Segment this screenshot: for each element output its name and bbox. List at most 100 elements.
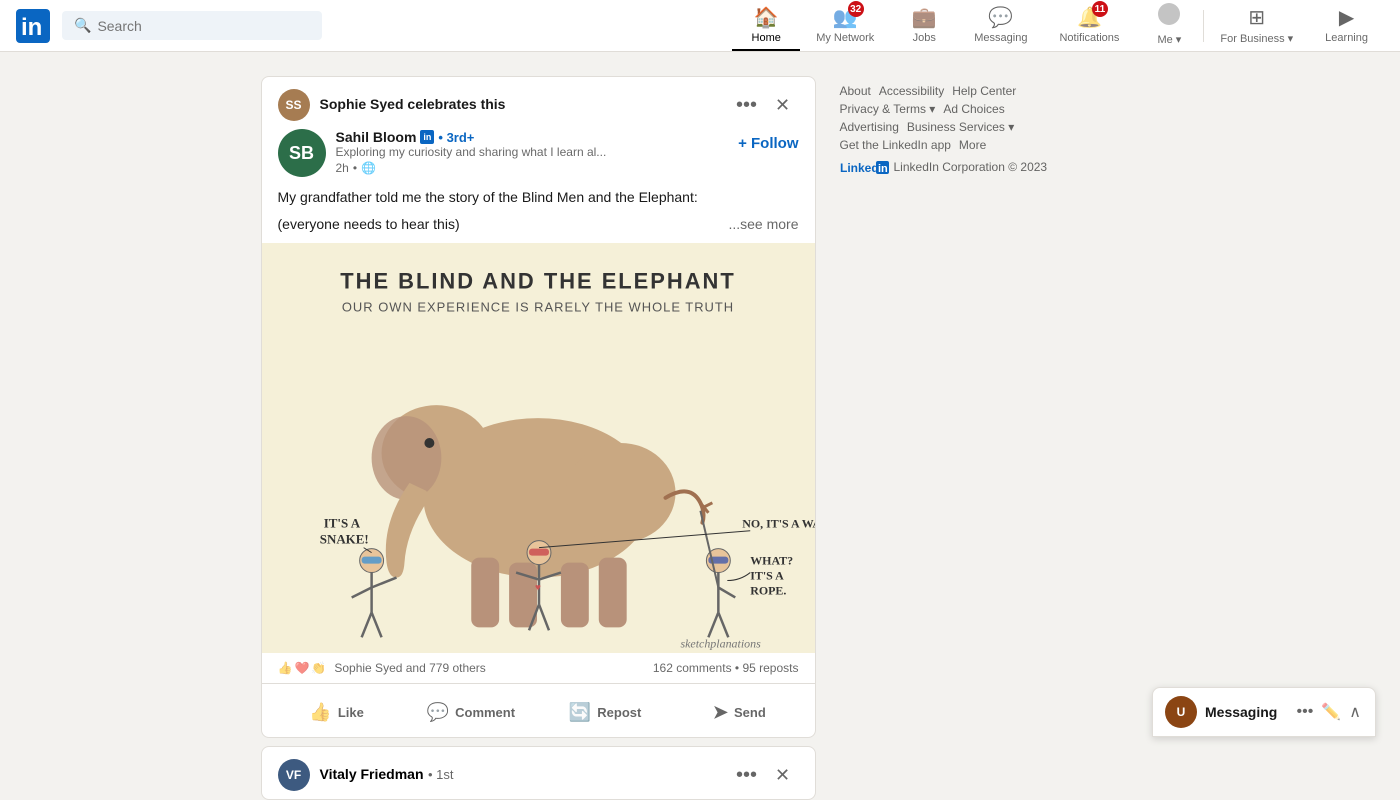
vitaly-avatar[interactable]: VF <box>278 759 310 791</box>
post-celebrates-header: SS Sophie Syed celebrates this ••• ✕ <box>262 77 815 129</box>
post-action-row: 👍 Like 💬 Comment 🔄 Repost ➤ Send <box>262 688 815 737</box>
footer-more[interactable]: More <box>959 138 986 152</box>
linkedin-badge: in <box>420 130 434 144</box>
nav-item-network[interactable]: 👥 32 My Network <box>800 0 890 51</box>
vitaly-options-button[interactable]: ••• <box>731 759 763 791</box>
vitaly-post-card: VF Vitaly Friedman • 1st ••• ✕ <box>261 746 816 800</box>
nav-item-learning[interactable]: ▶ Learning <box>1309 0 1384 51</box>
nav-item-notifications[interactable]: 🔔 11 Notifications <box>1043 0 1135 51</box>
svg-text:Linked: Linked <box>840 161 879 174</box>
celebrates-text: Sophie Syed celebrates this <box>320 96 506 112</box>
nav-item-business[interactable]: ⊞ For Business ▾ <box>1204 0 1309 51</box>
messaging-bubble[interactable]: U Messaging ••• ✏️ ∧ <box>1152 687 1376 737</box>
svg-text:IT'S A: IT'S A <box>323 516 360 531</box>
vitaly-close-button[interactable]: ✕ <box>767 759 799 791</box>
send-icon: ➤ <box>713 702 728 723</box>
svg-text:OUR OWN EXPERIENCE IS RARELY T: OUR OWN EXPERIENCE IS RARELY THE WHOLE T… <box>341 299 733 314</box>
send-label: Send <box>734 705 766 720</box>
learning-icon: ▶ <box>1339 5 1354 30</box>
search-bar[interactable]: 🔍 <box>62 11 322 40</box>
business-icon: ⊞ <box>1248 5 1265 30</box>
nav-item-me[interactable]: Me ▾ <box>1135 0 1203 51</box>
messaging-options-button[interactable]: ••• <box>1295 700 1316 724</box>
follow-button[interactable]: + Follow <box>738 129 798 158</box>
nav-item-messaging[interactable]: 💬 Messaging <box>958 0 1043 51</box>
author-avatar[interactable]: SB <box>278 129 326 177</box>
globe-icon: 🌐 <box>361 161 376 175</box>
messaging-label: Messaging <box>1205 704 1287 720</box>
nav-item-jobs[interactable]: 💼 Jobs <box>890 0 958 51</box>
repost-label: Repost <box>597 705 641 720</box>
vitaly-header: VF Vitaly Friedman • 1st ••• ✕ <box>262 747 815 799</box>
search-input[interactable] <box>97 18 310 34</box>
post-image[interactable]: THE BLIND AND THE ELEPHANT OUR OWN EXPER… <box>262 243 815 653</box>
comments-count: 162 comments <box>653 661 732 675</box>
post-reactions: 👍 ❤️ 👏 Sophie Syed and 779 others 162 co… <box>262 653 815 679</box>
nav-messaging-label: Messaging <box>974 32 1027 44</box>
author-row: SB Sahil Bloom in • 3rd+ Exploring my cu… <box>262 129 815 183</box>
vitaly-degree: • 1st <box>428 767 454 782</box>
nav-item-home[interactable]: 🏠 Home <box>732 0 800 51</box>
messaging-compose-button[interactable]: ✏️ <box>1319 700 1343 724</box>
clap-emoji: 👏 <box>311 661 326 675</box>
post-text-body: My grandfather told me the story of the … <box>262 183 815 243</box>
vitaly-name[interactable]: Vitaly Friedman <box>320 766 424 782</box>
footer-privacy-terms[interactable]: Privacy & Terms ▾ <box>840 102 936 116</box>
footer-accessibility[interactable]: Accessibility <box>879 84 944 98</box>
nav-jobs-label: Jobs <box>913 32 936 44</box>
footer-copyright: LinkedIn Corporation © 2023 <box>894 160 1048 174</box>
comment-button[interactable]: 💬 Comment <box>404 692 538 733</box>
footer-help-center[interactable]: Help Center <box>952 84 1016 98</box>
footer-advertising[interactable]: Advertising <box>840 120 899 134</box>
footer-row-1: About Accessibility Help Center <box>840 84 1140 98</box>
me-avatar-icon <box>1158 3 1180 31</box>
see-more-button[interactable]: ...see more <box>728 214 798 235</box>
footer-ad-choices[interactable]: Ad Choices <box>943 102 1004 116</box>
nav-business-label: For Business ▾ <box>1220 32 1293 45</box>
reposts-count: 95 reposts <box>742 661 798 675</box>
footer-about[interactable]: About <box>840 84 871 98</box>
author-tagline: Exploring my curiosity and sharing what … <box>336 145 696 159</box>
linkedin-logo[interactable]: in <box>16 9 50 43</box>
like-emoji: 👍 <box>278 661 293 675</box>
like-icon: 👍 <box>309 702 331 723</box>
post-stats-right[interactable]: 162 comments • 95 reposts <box>653 661 799 675</box>
like-label: Like <box>338 705 364 720</box>
love-emoji: ❤️ <box>294 661 309 675</box>
send-button[interactable]: ➤ Send <box>672 692 806 733</box>
post-card: SS Sophie Syed celebrates this ••• ✕ SB <box>261 76 816 738</box>
messaging-expand-button[interactable]: ∧ <box>1347 700 1363 724</box>
celebrator-name[interactable]: Sophie Syed <box>320 96 404 112</box>
footer-business-services[interactable]: Business Services ▾ <box>907 120 1014 134</box>
post-meta: Sophie Syed celebrates this <box>320 96 721 114</box>
network-icon: 👥 32 <box>833 5 858 30</box>
vitaly-post-actions: ••• ✕ <box>731 759 799 791</box>
post-close-button[interactable]: ✕ <box>767 89 799 121</box>
svg-text:ROPE.: ROPE. <box>750 583 786 597</box>
search-icon: 🔍 <box>74 17 91 34</box>
svg-text:sketchplanations: sketchplanations <box>680 636 761 650</box>
reaction-count[interactable]: Sophie Syed and 779 others <box>334 661 485 675</box>
post-options-button[interactable]: ••• <box>731 89 763 121</box>
jobs-icon: 💼 <box>912 5 937 30</box>
notifications-badge: 11 <box>1092 1 1108 17</box>
messaging-user-avatar: U <box>1165 696 1197 728</box>
like-button[interactable]: 👍 Like <box>270 692 404 733</box>
repost-button[interactable]: 🔄 Repost <box>538 692 672 733</box>
author-name-row: Sahil Bloom in • 3rd+ <box>336 129 729 145</box>
post-actions-top: ••• ✕ <box>731 89 799 121</box>
repost-icon: 🔄 <box>569 702 591 723</box>
author-name[interactable]: Sahil Bloom <box>336 129 417 145</box>
svg-text:WHAT?: WHAT? <box>750 554 793 568</box>
footer-get-app[interactable]: Get the LinkedIn app <box>840 138 951 152</box>
svg-text:in: in <box>878 163 888 174</box>
home-icon: 🏠 <box>754 5 779 30</box>
svg-text:in: in <box>21 14 42 41</box>
footer-links: About Accessibility Help Center Privacy … <box>840 76 1140 182</box>
author-time: 2h • 🌐 <box>336 161 729 175</box>
svg-text:IT'S A: IT'S A <box>750 569 784 583</box>
comment-label: Comment <box>455 705 515 720</box>
reaction-emoji-group: 👍 ❤️ 👏 <box>278 661 327 675</box>
main-layout: SS Sophie Syed celebrates this ••• ✕ SB <box>136 52 1264 800</box>
messaging-nav-icon: 💬 <box>988 5 1013 30</box>
